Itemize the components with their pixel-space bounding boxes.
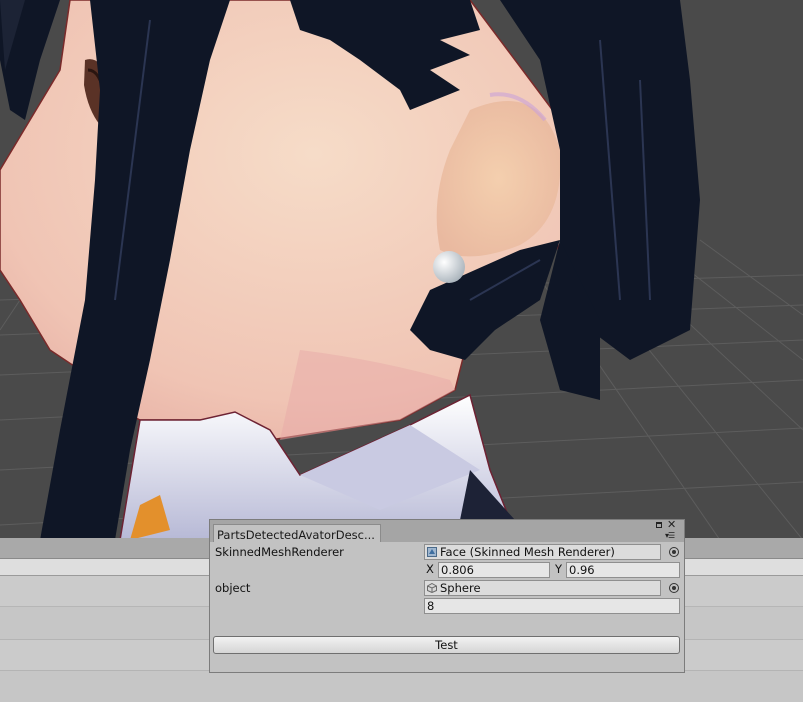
- object-picker-icon[interactable]: [669, 547, 679, 557]
- x-value: 0.806: [441, 563, 474, 577]
- x-field[interactable]: 0.806: [438, 562, 550, 578]
- window-tab[interactable]: PartsDetectedAvatorDesc...: [213, 524, 381, 542]
- y-axis-label: Y: [555, 562, 563, 576]
- skinned-mesh-renderer-label: SkinnedMeshRenderer: [215, 545, 344, 559]
- panel-row: [0, 671, 803, 702]
- y-value: 0.96: [569, 563, 595, 577]
- object-value: Sphere: [440, 581, 481, 595]
- scene-viewport[interactable]: [0, 0, 803, 540]
- test-button[interactable]: Test: [213, 636, 680, 654]
- menu-icon[interactable]: ▾☰: [665, 531, 675, 540]
- window-controls: ✕ ▾☰: [656, 519, 680, 540]
- number-value: 8: [427, 599, 435, 613]
- object-label: object: [215, 581, 251, 595]
- object-field[interactable]: Sphere: [424, 580, 661, 596]
- sphere-object[interactable]: [433, 251, 465, 283]
- x-axis-label: X: [426, 562, 434, 576]
- y-field[interactable]: 0.96: [566, 562, 680, 578]
- object-picker-icon[interactable]: [669, 583, 679, 593]
- skinned-mesh-renderer-value: Face (Skinned Mesh Renderer): [440, 545, 615, 559]
- gameobject-icon: [427, 583, 437, 593]
- editor-window[interactable]: PartsDetectedAvatorDesc... ✕ ▾☰ SkinnedM…: [209, 519, 685, 673]
- skinned-mesh-icon: [427, 547, 437, 557]
- window-header[interactable]: PartsDetectedAvatorDesc... ✕ ▾☰: [210, 519, 684, 542]
- skinned-mesh-renderer-field[interactable]: Face (Skinned Mesh Renderer): [424, 544, 661, 560]
- maximize-icon[interactable]: [656, 522, 662, 528]
- close-icon[interactable]: ✕: [667, 519, 676, 530]
- number-field[interactable]: 8: [424, 598, 680, 614]
